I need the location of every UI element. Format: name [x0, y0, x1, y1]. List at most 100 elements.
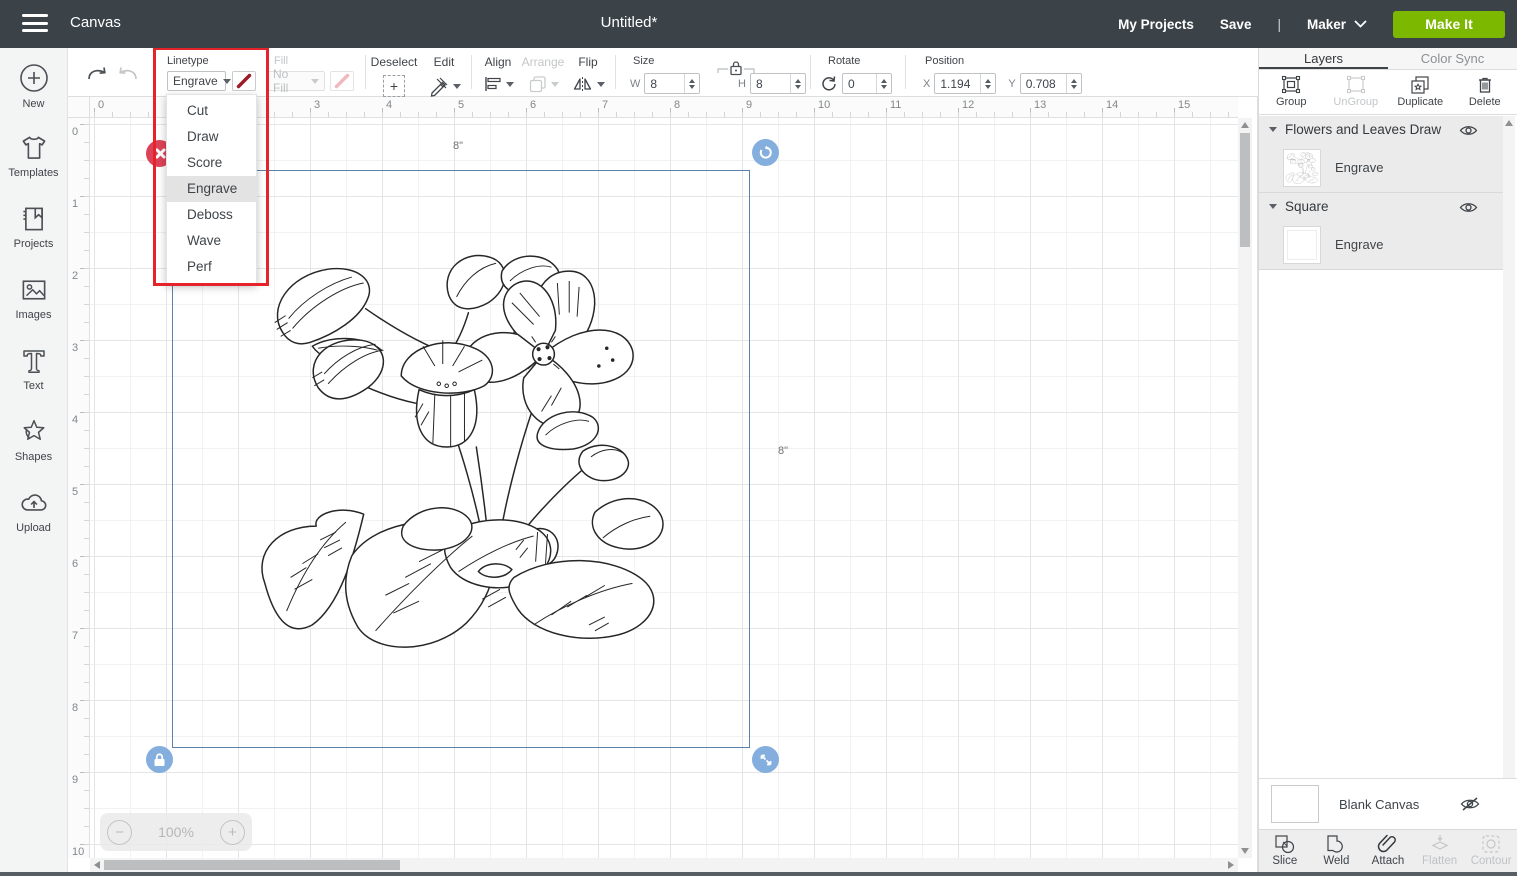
ruler-label: 13: [1034, 99, 1046, 111]
zoom-out-button[interactable]: −: [107, 820, 132, 845]
sidebar-item-new[interactable]: New: [0, 62, 67, 133]
h-scroll-thumb[interactable]: [104, 860, 400, 870]
linetype-option-wave[interactable]: Wave: [167, 228, 256, 254]
edit-button[interactable]: Edit: [416, 53, 472, 102]
zoom-in-button[interactable]: +: [220, 820, 245, 845]
undo-icon[interactable]: [85, 63, 109, 83]
duplicate-button[interactable]: Duplicate: [1388, 71, 1453, 114]
position-y-stepper[interactable]: [1066, 74, 1081, 93]
sidebar-item-templates[interactable]: Templates: [0, 133, 67, 204]
visibility-eye-icon[interactable]: [1459, 122, 1478, 140]
layer-thumbnail: [1283, 149, 1321, 187]
tab-layers[interactable]: Layers: [1259, 48, 1388, 69]
linetype-option-draw[interactable]: Draw: [167, 124, 256, 150]
slice-button[interactable]: Slice: [1259, 830, 1311, 872]
deselect-icon: +: [383, 75, 405, 97]
contour-button[interactable]: Contour: [1465, 830, 1517, 872]
contour-label: Contour: [1465, 855, 1517, 867]
ungroup-button[interactable]: UnGroup: [1324, 71, 1389, 114]
scroll-up-icon[interactable]: [1241, 122, 1249, 128]
slice-icon: [1273, 833, 1297, 855]
delete-button[interactable]: Delete: [1453, 71, 1517, 114]
ruler-label: 3: [314, 99, 320, 111]
flatten-button[interactable]: Flatten: [1414, 830, 1466, 872]
delete-icon: [1475, 75, 1495, 95]
position-y-input[interactable]: 0.708: [1020, 73, 1082, 94]
layer-item-flowers-engrave[interactable]: Engrave: [1259, 143, 1504, 192]
size-label: Size: [633, 55, 654, 67]
linetype-select[interactable]: Engrave: [167, 71, 226, 91]
scroll-up-icon[interactable]: [1505, 120, 1513, 126]
sidebar-item-images[interactable]: Images: [0, 275, 67, 346]
width-stepper[interactable]: [684, 74, 699, 93]
scroll-right-icon[interactable]: [1228, 861, 1234, 869]
ruler-corner: [68, 97, 90, 118]
scroll-left-icon[interactable]: [94, 861, 100, 869]
upload-icon: [19, 488, 49, 518]
layer-item-square-engrave[interactable]: Engrave: [1259, 220, 1504, 269]
weld-button[interactable]: Weld: [1311, 830, 1363, 872]
ruler-label: 15: [1178, 99, 1190, 111]
tab-color-sync[interactable]: Color Sync: [1388, 48, 1517, 69]
make-it-button[interactable]: Make It: [1393, 11, 1505, 38]
rotate-icon: [820, 75, 838, 93]
width-input[interactable]: 8: [644, 73, 700, 94]
panel-scrollbar[interactable]: [1503, 116, 1515, 824]
sidebar-item-projects[interactable]: Projects: [0, 204, 67, 275]
layer-group-header[interactable]: Flowers and Leaves Draw: [1259, 116, 1504, 143]
height-stepper[interactable]: [790, 74, 805, 93]
linetype-option-deboss[interactable]: Deboss: [167, 202, 256, 228]
deselect-button[interactable]: Deselect +: [366, 53, 422, 97]
sidebar-label: Shapes: [15, 451, 52, 463]
width-value: 8: [645, 74, 684, 93]
linetype-option-cut[interactable]: Cut: [167, 98, 256, 124]
fill-select[interactable]: No Fill: [267, 71, 325, 91]
linetype-swatch-button[interactable]: [232, 71, 256, 91]
canvas-horizontal-scrollbar[interactable]: [90, 858, 1238, 872]
position-x-stepper[interactable]: [980, 74, 995, 93]
scroll-down-icon[interactable]: [1241, 848, 1249, 854]
visibility-eye-icon[interactable]: [1459, 199, 1478, 217]
position-x-input[interactable]: 1.194: [934, 73, 996, 94]
attach-icon: [1376, 833, 1400, 855]
redo-icon[interactable]: [116, 63, 140, 83]
sidebar-item-text[interactable]: Text: [0, 346, 67, 417]
top-header: Canvas Untitled* My Projects Save | Make…: [0, 0, 1517, 48]
v-scroll-thumb[interactable]: [1240, 133, 1250, 247]
resize-handle[interactable]: [752, 746, 779, 773]
fill-swatch-button[interactable]: [330, 71, 354, 91]
machine-selector[interactable]: Maker: [1307, 17, 1367, 32]
height-input[interactable]: 8: [750, 73, 806, 94]
linetype-option-engrave[interactable]: Engrave: [167, 176, 256, 202]
layer-group-square: Square Engrave: [1259, 193, 1504, 270]
fill-label: Fill: [274, 55, 288, 67]
flowers-artwork[interactable]: [255, 235, 670, 665]
layer-group-header[interactable]: Square: [1259, 193, 1504, 220]
save-link[interactable]: Save: [1220, 17, 1252, 32]
attach-button[interactable]: Attach: [1362, 830, 1414, 872]
lock-handle[interactable]: [146, 746, 173, 773]
linetype-option-score[interactable]: Score: [167, 150, 256, 176]
flip-icon: [572, 75, 594, 93]
rotate-stepper[interactable]: [876, 74, 891, 93]
caret-down-icon: [506, 82, 514, 87]
arrange-icon: [528, 75, 548, 93]
sidebar-item-shapes[interactable]: Shapes: [0, 417, 67, 488]
resize-arrows-icon: [759, 753, 773, 767]
layer-group-name: Flowers and Leaves Draw: [1285, 122, 1441, 137]
rotate-value: 0: [843, 74, 876, 93]
sidebar-item-upload[interactable]: Upload: [0, 488, 67, 559]
group-button[interactable]: Group: [1259, 71, 1324, 114]
rotate-handle[interactable]: [752, 139, 779, 166]
blank-canvas-row[interactable]: Blank Canvas: [1259, 778, 1517, 829]
zoom-level: 100%: [158, 824, 194, 840]
ruler-label: 10: [818, 99, 830, 111]
rotate-input[interactable]: 0: [842, 73, 892, 94]
my-projects-link[interactable]: My Projects: [1118, 17, 1194, 32]
canvas-grid[interactable]: 8" 8" − 100% +: [90, 118, 1238, 858]
linetype-option-perf[interactable]: Perf: [167, 254, 256, 280]
eye-slash-icon[interactable]: [1459, 795, 1481, 813]
canvas-vertical-scrollbar[interactable]: [1238, 118, 1252, 858]
ruler-label: 10: [72, 846, 84, 858]
flip-button[interactable]: Flip: [560, 53, 616, 98]
